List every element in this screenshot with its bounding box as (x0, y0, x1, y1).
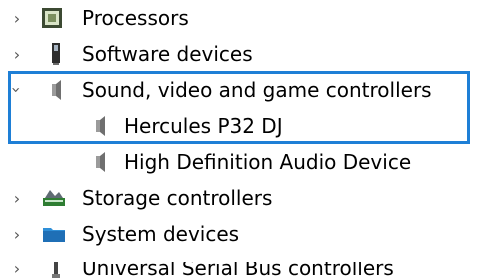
tree-item-label: Storage controllers (82, 186, 273, 210)
tree-item-system-devices[interactable]: › System devices (0, 216, 478, 252)
tree-item-software-devices[interactable]: › Software devices (0, 36, 478, 72)
chevron-right-icon[interactable]: › (8, 36, 26, 72)
tree-item-high-definition-audio-device[interactable]: High Definition Audio Device (0, 144, 478, 180)
system-devices-icon (40, 220, 68, 248)
tree-item-processors[interactable]: › Processors (0, 0, 478, 36)
tree-item-usb-controllers-clip: › Universal Serial Bus controllers (0, 262, 478, 278)
tree-item-label: High Definition Audio Device (124, 150, 412, 174)
storage-controller-icon (40, 184, 68, 212)
chevron-right-icon[interactable]: › (8, 262, 26, 278)
usb-icon (42, 262, 70, 278)
tree-item-label: Processors (82, 6, 189, 30)
tree-item-label: Universal Serial Bus controllers (82, 262, 394, 278)
chevron-right-icon[interactable]: › (8, 0, 26, 36)
tree-item-label: System devices (82, 222, 240, 246)
tree-item-universal-serial-bus-controllers[interactable]: › Universal Serial Bus controllers (0, 262, 478, 278)
tree-item-storage-controllers[interactable]: › Storage controllers (0, 180, 478, 216)
selection-focus-box (8, 71, 470, 144)
device-tree: › Processors › Software devices › Sound,… (0, 0, 478, 278)
software-device-icon (42, 40, 70, 68)
chevron-right-icon[interactable]: › (8, 216, 26, 252)
processor-icon (38, 4, 66, 32)
speaker-icon (86, 148, 114, 176)
chevron-right-icon[interactable]: › (8, 180, 26, 216)
tree-item-label: Software devices (82, 42, 253, 66)
